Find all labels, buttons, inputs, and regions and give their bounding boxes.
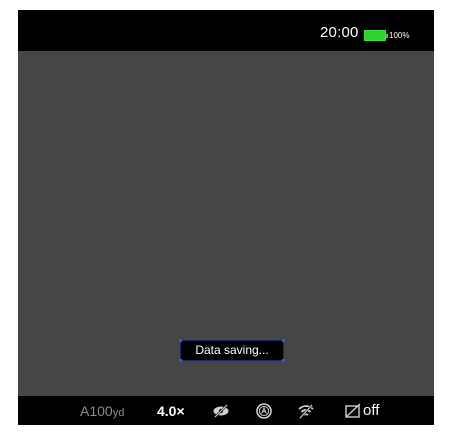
toast-corner [179,339,182,342]
bottom-status-bar: A100yd 4.0× off [18,396,434,425]
record-state: off [363,402,380,419]
range-unit: yd [112,407,125,419]
eye-off-icon [211,401,231,421]
range-value: A100 [80,403,113,419]
toast-corner [282,359,285,362]
range-indicator: A100yd [80,403,124,419]
scope-viewport: Data saving... [18,51,434,396]
wifi-off-icon [296,401,316,421]
status-bar: 20:00 100% [18,10,434,51]
zoom-level: 4.0× [157,403,185,419]
record-off-icon [343,401,363,421]
auto-mode-icon [254,401,274,421]
toast-corner [282,339,285,342]
device-screen: 20:00 100% Data saving... A100yd 4.0× of… [18,10,434,425]
clock: 20:00 [320,24,359,41]
battery-percent: 100% [389,31,410,40]
saving-toast: Data saving... [179,339,285,362]
toast-message: Data saving... [195,343,269,357]
toast-corner [179,359,182,362]
battery-full-icon [364,30,388,41]
